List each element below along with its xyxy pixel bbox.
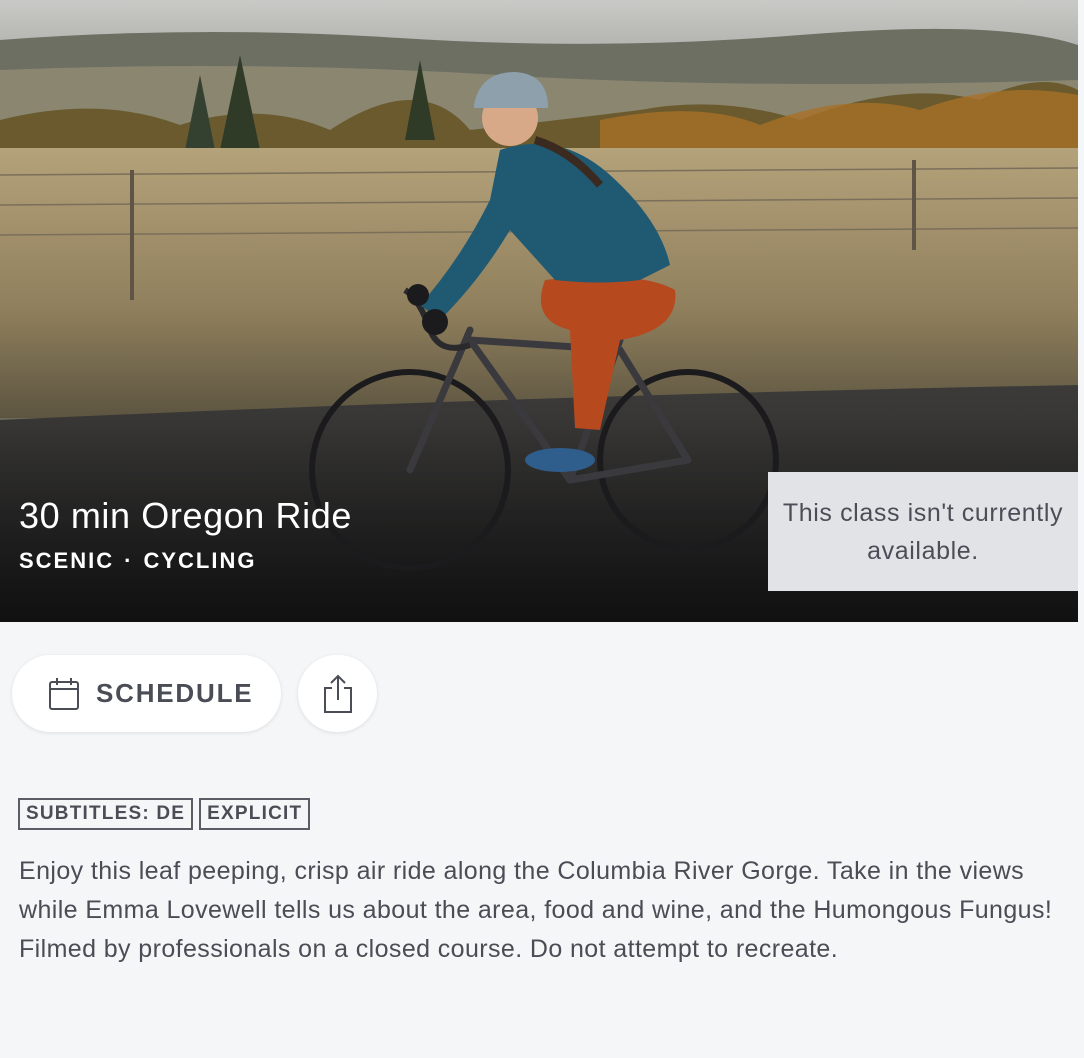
subtitles-tag: SUBTITLES: DE	[18, 798, 194, 830]
class-actions: SCHEDULE	[12, 655, 377, 732]
share-icon	[323, 674, 352, 713]
schedule-button[interactable]: SCHEDULE	[12, 655, 281, 732]
explicit-tag: EXPLICIT	[199, 798, 311, 830]
availability-message: This class isn't currently available.	[782, 498, 1064, 565]
share-button[interactable]	[298, 655, 377, 732]
class-description: Enjoy this leaf peeping, crisp air ride …	[19, 857, 1053, 963]
class-discipline: CYCLING	[143, 548, 257, 573]
class-category: SCENIC	[19, 548, 115, 573]
calendar-icon	[49, 677, 79, 710]
schedule-button-label: SCHEDULE	[96, 678, 254, 708]
meta-separator: ·	[124, 548, 134, 573]
availability-banner: This class isn't currently available.	[768, 472, 1078, 591]
class-hero-image: 30 min Oregon Ride SCENIC · CYCLING This c…	[0, 0, 1078, 622]
class-meta: SCENIC · CYCLING	[19, 548, 256, 574]
class-title: 30 min Oregon Ride	[19, 495, 352, 536]
class-tags: SUBTITLES: DE EXPLICIT	[18, 798, 311, 830]
